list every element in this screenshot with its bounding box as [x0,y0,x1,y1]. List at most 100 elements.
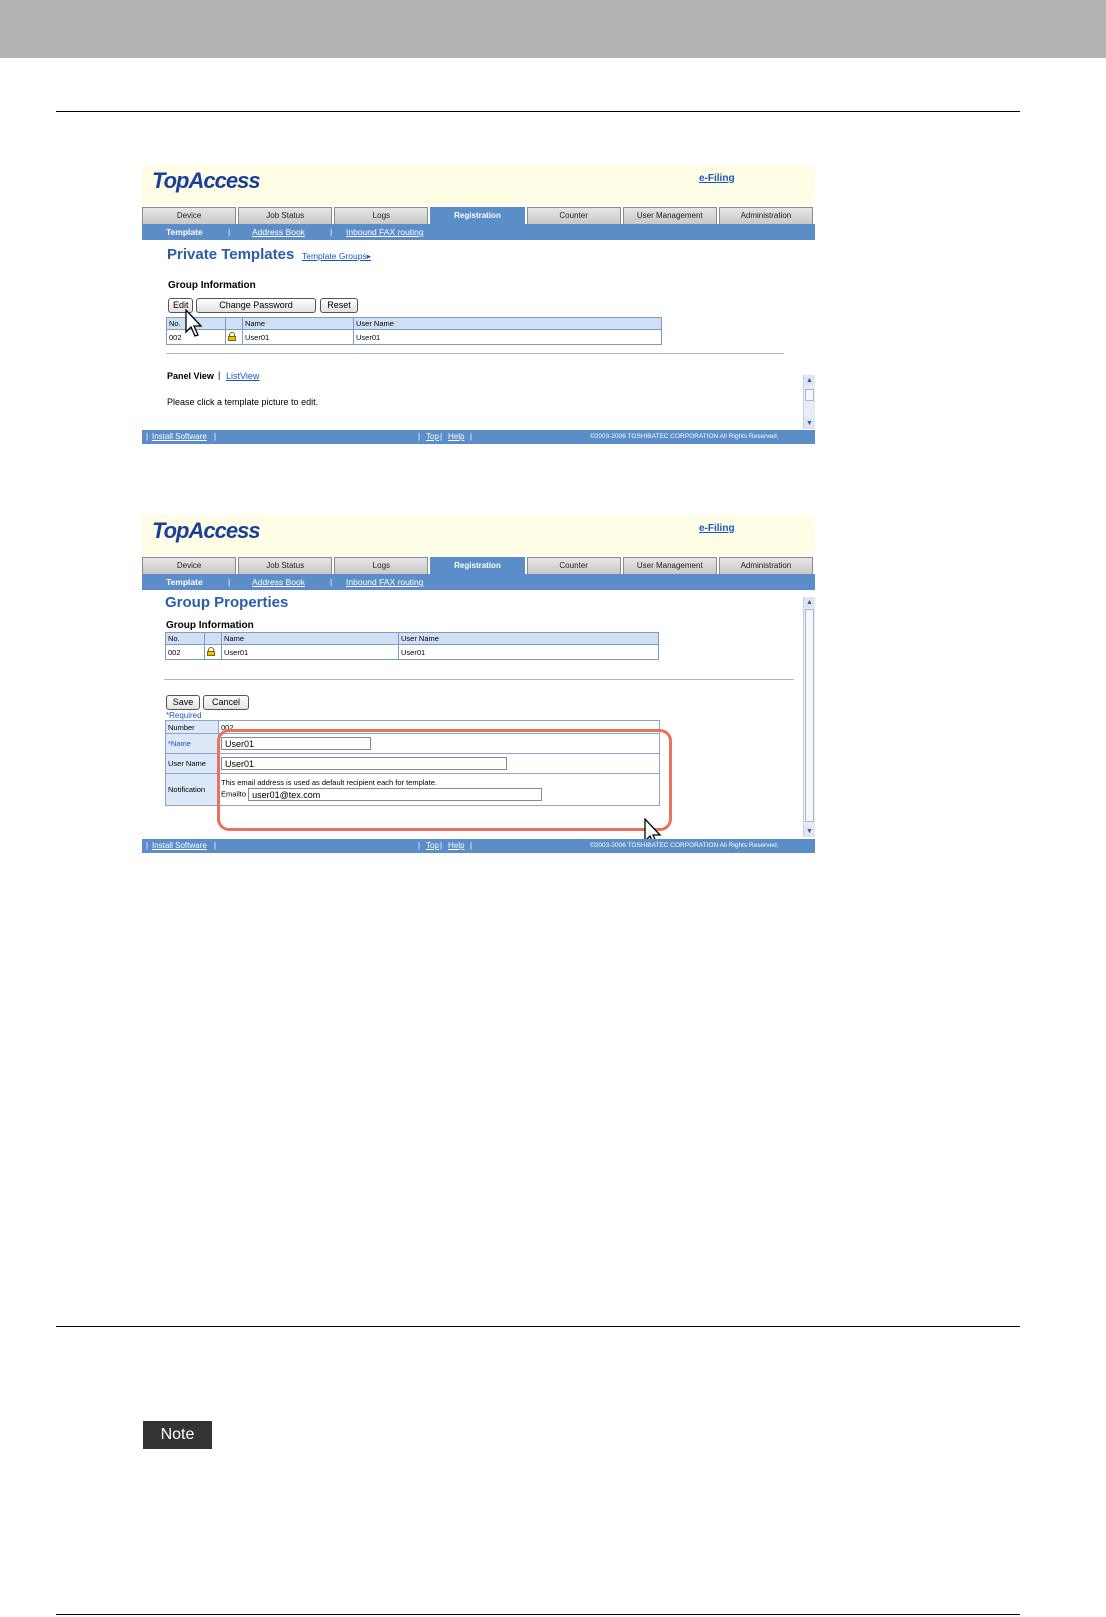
view-separator: | [218,370,221,380]
subnav-template[interactable]: Template [166,574,203,590]
tab-device[interactable]: Device [142,207,237,224]
col-no: No. [165,632,205,645]
footer-separator: | [214,841,217,850]
tab-counter[interactable]: Counter [526,557,621,574]
tab-registration[interactable]: Registration [430,207,525,224]
change-password-button[interactable]: Change Password [196,298,316,313]
main-tabs: Device Job Status Logs Registration Coun… [142,557,815,574]
footer-separator: | [418,841,421,850]
tab-administration[interactable]: Administration [718,557,813,574]
cell-no: 002 [165,644,205,660]
efiling-link[interactable]: e-Filing [699,523,735,534]
subnav-separator: | [330,577,333,587]
scrollbar[interactable]: ▲ ▼ [803,375,815,429]
scroll-down-icon[interactable]: ▼ [804,826,815,837]
subnav-separator: | [228,227,231,237]
col-name: Name [221,632,399,645]
col-lock [225,317,243,330]
tab-device[interactable]: Device [142,557,237,574]
lock-icon [228,331,236,341]
install-software-link[interactable]: Install Software [152,839,207,853]
subnav-address-book[interactable]: Address Book [252,574,305,590]
subnav-address-book[interactable]: Address Book [252,224,305,240]
footer-separator: | [440,432,443,441]
table-row: 002 User01 User01 [165,644,659,660]
copyright-text: ©2003-2006 TOSHIBATEC CORPORATION All Ri… [590,842,779,849]
lock-icon [207,646,215,656]
cell-user-name: User01 [398,644,659,660]
scrollbar[interactable]: ▲ ▼ [803,597,815,837]
name-label: *Name [165,733,219,754]
page-title: Private Templates [167,246,295,263]
panel-view-label[interactable]: Panel View [167,371,214,381]
page-header-band [0,0,1106,58]
subnav-inbound-fax[interactable]: Inbound FAX routing [346,574,424,590]
col-name: Name [242,317,354,330]
page-title: Group Properties [165,594,289,611]
scroll-thumb[interactable] [805,609,814,822]
copyright-text: ©2003-2006 TOSHIBATEC CORPORATION All Ri… [590,433,779,440]
table-row: 002 User01 User01 [166,329,662,345]
username-label: User Name [165,753,219,774]
efiling-link[interactable]: e-Filing [699,173,735,184]
cell-lock [225,329,243,345]
help-link[interactable]: Help [448,839,464,853]
cancel-button[interactable]: Cancel [203,695,249,710]
top-link[interactable]: Top [426,839,439,853]
scroll-up-icon[interactable]: ▲ [804,597,815,608]
footer-separator: | [214,432,217,441]
required-note: *Required [166,711,202,720]
install-software-link[interactable]: Install Software [152,430,207,444]
col-user-name: User Name [353,317,662,330]
hint-text: Please click a template picture to edit. [167,397,319,407]
group-info-heading: Group Information [166,620,254,631]
scroll-up-icon[interactable]: ▲ [804,375,815,386]
reset-button[interactable]: Reset [320,298,358,313]
sub-navigation: Template | Address Book | Inbound FAX ro… [142,574,815,590]
divider [166,353,784,354]
cell-user-name: User01 [353,329,662,345]
tab-registration[interactable]: Registration [430,557,525,574]
footer-bar: | Install Software | | Top | Help | ©200… [142,839,815,853]
col-user-name: User Name [398,632,659,645]
top-link[interactable]: Top [426,430,439,444]
tab-logs[interactable]: Logs [334,557,429,574]
subnav-template[interactable]: Template [166,224,203,240]
group-table: No. Name User Name 002 User01 User01 [166,317,662,345]
footer-separator: | [418,432,421,441]
template-groups-link[interactable]: Template Groups▸ [302,251,371,262]
tab-logs[interactable]: Logs [334,207,429,224]
footer-separator: | [470,432,473,441]
table-header-row: No. Name User Name [166,317,662,330]
table-header-row: No. Name User Name [165,632,659,645]
app-header: TopAccess e-Filing [142,165,815,205]
tab-user-management[interactable]: User Management [622,207,717,224]
tab-counter[interactable]: Counter [526,207,621,224]
sub-navigation: Template | Address Book | Inbound FAX ro… [142,224,815,240]
scroll-down-icon[interactable]: ▼ [804,418,815,429]
save-button[interactable]: Save [166,695,200,710]
highlight-box [217,729,672,831]
main-tabs: Device Job Status Logs Registration Coun… [142,207,815,224]
tab-user-management[interactable]: User Management [622,557,717,574]
mouse-pointer-icon [185,309,203,337]
help-link[interactable]: Help [448,430,464,444]
tab-administration[interactable]: Administration [718,207,813,224]
section-rule [56,1326,1020,1327]
group-table: No. Name User Name 002 User01 User01 [165,632,659,660]
tab-job-status[interactable]: Job Status [238,557,333,574]
cell-name: User01 [221,644,399,660]
topaccess-logo: TopAccess [152,518,261,543]
screenshot-private-templates: TopAccess e-Filing Device Job Status Log… [142,165,815,444]
tab-job-status[interactable]: Job Status [238,207,333,224]
subnav-inbound-fax[interactable]: Inbound FAX routing [346,224,424,240]
topaccess-logo: TopAccess [152,168,261,193]
list-view-link[interactable]: ListView [226,371,259,381]
app-header: TopAccess e-Filing [142,515,815,555]
scroll-thumb[interactable] [805,389,814,401]
cell-name: User01 [242,329,354,345]
footer-separator: | [440,841,443,850]
col-lock [204,632,222,645]
divider [164,679,794,680]
footer-separator: | [470,841,473,850]
